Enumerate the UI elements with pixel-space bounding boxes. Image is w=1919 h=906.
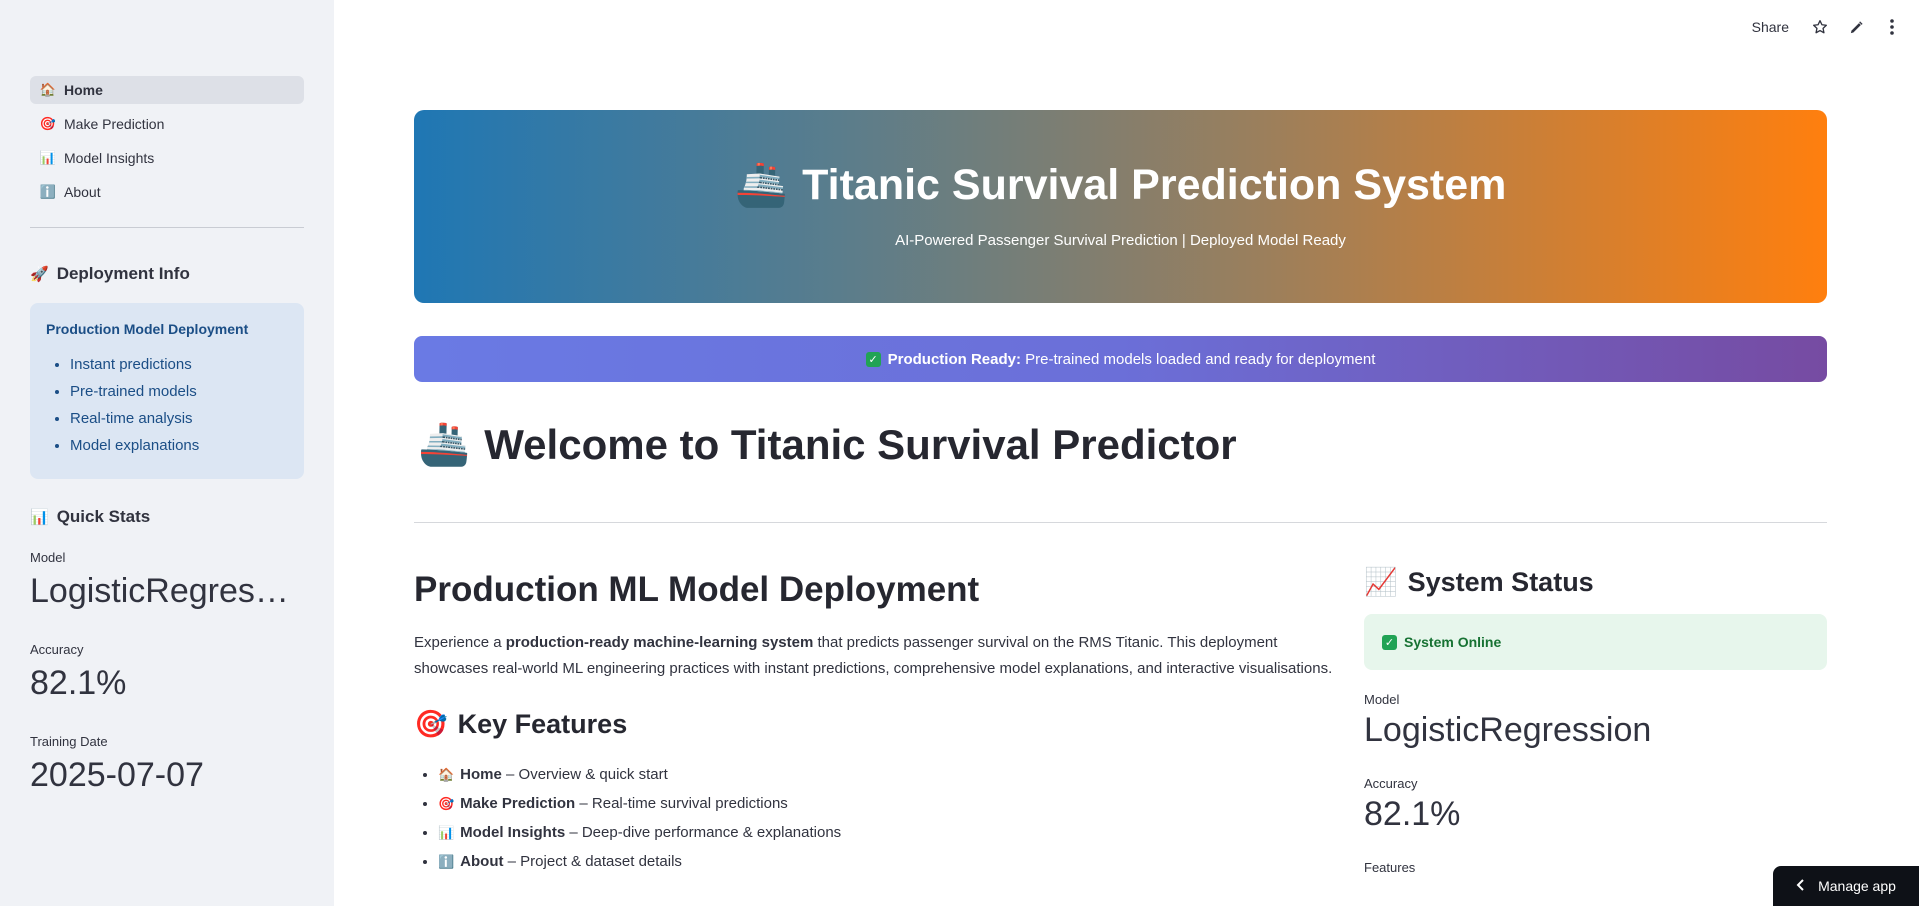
sidebar-item-about[interactable]: ℹ️ About (30, 178, 304, 206)
list-item: 🏠 Home – Overview & quick start (438, 760, 1344, 789)
target-icon: 🎯 (438, 796, 455, 811)
main-content-column: Production ML Model Deployment Experienc… (414, 570, 1344, 876)
system-status-column: 📈 System Status ✓ System Online Model Lo… (1364, 566, 1827, 875)
hero-banner: 🚢 Titanic Survival Prediction System AI-… (414, 110, 1827, 303)
sidebar-item-make-prediction[interactable]: 🎯 Make Prediction (30, 110, 304, 138)
status-accuracy-label: Accuracy (1364, 776, 1418, 791)
check-icon: ✓ (1382, 634, 1397, 650)
status-model-label: Model (1364, 692, 1400, 707)
system-status-heading-text: System Status (1407, 566, 1594, 597)
list-item: Real-time analysis (70, 405, 288, 432)
feature-desc: – Overview & quick start (501, 766, 668, 783)
share-button[interactable]: Share (1752, 19, 1789, 35)
deployment-info-heading: 🚀 Deployment Info (30, 264, 190, 284)
key-features-heading-text: Key Features (457, 708, 628, 739)
main-divider (414, 522, 1827, 523)
check-icon: ✓ (865, 351, 881, 367)
ship-icon: 🚢 (734, 161, 789, 209)
chevron-left-icon (1796, 878, 1806, 894)
features-list: 🏠 Home – Overview & quick start 🎯 Make P… (414, 760, 1344, 876)
status-model-value: LogisticRegression (1364, 711, 1652, 749)
list-item: ℹ️ About – Project & dataset details (438, 847, 1344, 876)
hero-title-text: Titanic Survival Prediction System (802, 160, 1507, 209)
sidebar-item-model-insights[interactable]: 📊 Model Insights (30, 144, 304, 172)
quick-stats-heading: 📊 Quick Stats (30, 507, 150, 527)
sidebar-item-label: Make Prediction (64, 116, 165, 132)
list-item: 🎯 Make Prediction – Real-time survival p… (438, 789, 1344, 818)
bar-chart-icon: 📊 (30, 509, 49, 526)
stat-date-label: Training Date (30, 734, 108, 749)
sidebar-item-home[interactable]: 🏠 Home (30, 76, 304, 104)
home-icon: 🏠 (438, 767, 455, 782)
welcome-title: 🚢 Welcome to Titanic Survival Predictor (418, 420, 1237, 469)
target-icon: 🎯 (39, 116, 57, 131)
info-icon: ℹ️ (39, 184, 57, 199)
stat-accuracy-value: 82.1% (30, 664, 127, 702)
list-item: Model explanations (70, 432, 288, 459)
target-icon: 🎯 (414, 709, 448, 739)
feature-desc: – Deep-dive performance & explanations (565, 824, 842, 841)
deployment-box-title: Production Model Deployment (46, 321, 249, 337)
intro-prefix: Experience a (414, 634, 506, 651)
star-icon[interactable] (1809, 16, 1831, 38)
system-status-heading: 📈 System Status (1364, 566, 1827, 598)
feature-name: Model Insights (460, 824, 566, 841)
feature-desc: – Project & dataset details (503, 853, 682, 870)
info-icon: ℹ️ (438, 854, 455, 869)
sidebar-item-label: Model Insights (64, 150, 155, 166)
intro-bold: production-ready machine-learning system (505, 634, 814, 651)
sidebar-item-label: Home (64, 82, 103, 98)
more-menu-icon[interactable] (1881, 16, 1903, 38)
rocket-icon: 🚀 (30, 266, 49, 283)
sidebar-nav: 🏠 Home 🎯 Make Prediction 📊 Model Insight… (30, 76, 304, 212)
manage-app-label: Manage app (1818, 878, 1896, 894)
home-icon: 🏠 (39, 82, 57, 97)
stat-accuracy-label: Accuracy (30, 642, 84, 657)
feature-name: Home (460, 766, 502, 783)
sidebar: 🏠 Home 🎯 Make Prediction 📊 Model Insight… (0, 0, 334, 906)
production-ready-banner: ✓ Production Ready: Pre-trained models l… (414, 336, 1827, 382)
system-online-status: ✓ System Online (1364, 614, 1827, 670)
quick-stats-heading-text: Quick Stats (56, 507, 151, 526)
bar-chart-icon: 📊 (438, 825, 455, 840)
hero-title: 🚢 Titanic Survival Prediction System (414, 160, 1827, 210)
list-item: Pre-trained models (70, 378, 288, 405)
status-text: System Online (1404, 634, 1502, 650)
welcome-title-text: Welcome to Titanic Survival Predictor (484, 420, 1237, 468)
list-item: Instant predictions (70, 351, 288, 378)
intro-paragraph: Experience a production-ready machine-le… (414, 630, 1344, 682)
ship-icon: 🚢 (418, 420, 471, 467)
feature-name: Make Prediction (460, 795, 576, 812)
trend-chart-icon: 📈 (1364, 567, 1398, 597)
top-toolbar: Share (1752, 16, 1903, 38)
stat-date-value: 2025-07-07 (30, 756, 204, 794)
list-item: 📊 Model Insights – Deep-dive performance… (438, 818, 1344, 847)
status-features-label: Features (1364, 860, 1416, 875)
key-features-heading: 🎯 Key Features (414, 708, 1344, 740)
sidebar-item-label: About (64, 184, 101, 200)
stat-model-label: Model (30, 550, 66, 565)
hero-subtitle: AI-Powered Passenger Survival Prediction… (895, 232, 1346, 249)
sidebar-divider (30, 227, 304, 228)
deployment-heading: Production ML Model Deployment (414, 570, 980, 609)
edit-icon[interactable] (1845, 16, 1867, 38)
deployment-info-heading-text: Deployment Info (56, 264, 190, 283)
status-accuracy-value: 82.1% (1364, 795, 1461, 833)
deployment-list: Instant predictions Pre-trained models R… (46, 351, 288, 459)
feature-desc: – Real-time survival predictions (575, 795, 788, 812)
manage-app-button[interactable]: Manage app (1773, 866, 1919, 906)
banner-text: Pre-trained models loaded and ready for … (1025, 350, 1376, 368)
deployment-info-box: Production Model Deployment Instant pred… (30, 303, 304, 479)
bar-chart-icon: 📊 (39, 150, 57, 165)
feature-name: About (460, 853, 504, 870)
stat-model-value: LogisticRegress… (30, 572, 304, 610)
banner-bold-text: Production Ready: (887, 350, 1021, 368)
